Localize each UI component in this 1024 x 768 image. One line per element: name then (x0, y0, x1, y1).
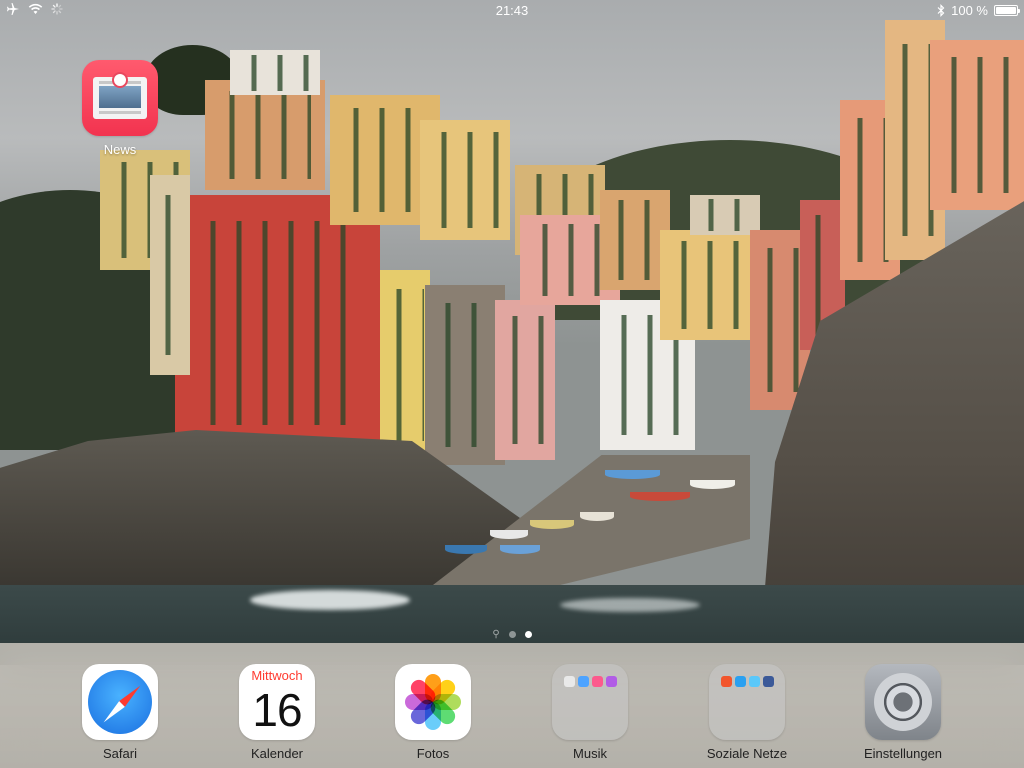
globe-icon (112, 72, 128, 88)
folder-icon[interactable] (709, 664, 785, 740)
app-news[interactable]: News (70, 60, 170, 157)
dock-app-kalender[interactable]: Mittwoch 16 Kalender (227, 664, 327, 761)
search-icon[interactable]: ⚲ (492, 630, 499, 640)
battery-icon (994, 5, 1020, 16)
page-dot-active[interactable] (524, 631, 532, 638)
gear-icon (874, 673, 932, 731)
calendar-weekday: Mittwoch (251, 668, 303, 683)
app-label: Musik (573, 746, 607, 761)
app-label: Soziale Netze (706, 746, 788, 761)
wallpaper-building (690, 195, 760, 235)
wallpaper-building (930, 40, 1024, 210)
app-label: Safari (103, 746, 137, 761)
safari-icon[interactable] (82, 664, 158, 740)
page-indicator[interactable]: ⚲ (0, 630, 1024, 640)
mini-app-icon (763, 676, 774, 687)
wallpaper-boat (530, 520, 574, 529)
app-label: Kalender (250, 746, 304, 761)
news-icon[interactable] (82, 60, 158, 136)
app-label: Fotos (416, 746, 450, 761)
dock-app-safari[interactable]: Safari (70, 664, 170, 761)
status-time: 21:43 (495, 3, 529, 18)
dock-folder-musik[interactable]: Musik (540, 664, 640, 761)
dock-app-einstellungen[interactable]: Einstellungen (853, 664, 953, 761)
mini-app-icon (721, 676, 732, 687)
dock-folder-soziale-netze[interactable]: Soziale Netze (697, 664, 797, 761)
dock-app-fotos[interactable]: Fotos (383, 664, 483, 761)
wallpaper-boat (690, 480, 735, 489)
wallpaper-building (420, 120, 510, 240)
wallpaper-building (230, 50, 320, 95)
wallpaper-foam (560, 598, 700, 612)
wallpaper-building (425, 285, 505, 465)
wallpaper-building (495, 300, 555, 460)
wallpaper-boat (490, 530, 528, 539)
wallpaper-building (380, 270, 430, 460)
wallpaper-boat (630, 492, 690, 501)
wallpaper-boat (605, 470, 660, 479)
wallpaper-boat (500, 545, 540, 554)
mini-app-icon (749, 676, 760, 687)
app-label: News (103, 142, 137, 157)
photos-icon[interactable] (395, 664, 471, 740)
wallpaper-building (150, 175, 190, 375)
wallpaper-building (205, 80, 325, 190)
app-label: Einstellungen (863, 746, 943, 761)
status-right: 100 % (937, 3, 1020, 18)
settings-icon[interactable] (865, 664, 941, 740)
page-dot[interactable] (508, 631, 516, 638)
status-bar: 21:43 100 % (0, 0, 1024, 20)
mini-app-icon (564, 676, 575, 687)
wallpaper-foam (250, 590, 410, 610)
dock: Safari Mittwoch 16 Kalender Fotos Musik (0, 643, 1024, 768)
mini-app-icon (592, 676, 603, 687)
wallpaper-building (175, 195, 380, 450)
mini-app-icon (735, 676, 746, 687)
calendar-date: 16 (252, 684, 302, 736)
mini-app-icon (578, 676, 589, 687)
battery-percent: 100 % (951, 3, 988, 18)
wallpaper-boat (445, 545, 487, 554)
folder-icon[interactable] (552, 664, 628, 740)
calendar-icon[interactable]: Mittwoch 16 (239, 664, 315, 740)
mini-app-icon (606, 676, 617, 687)
wallpaper-building (660, 230, 755, 340)
bluetooth-icon (937, 4, 945, 17)
wallpaper-boat (580, 512, 614, 521)
